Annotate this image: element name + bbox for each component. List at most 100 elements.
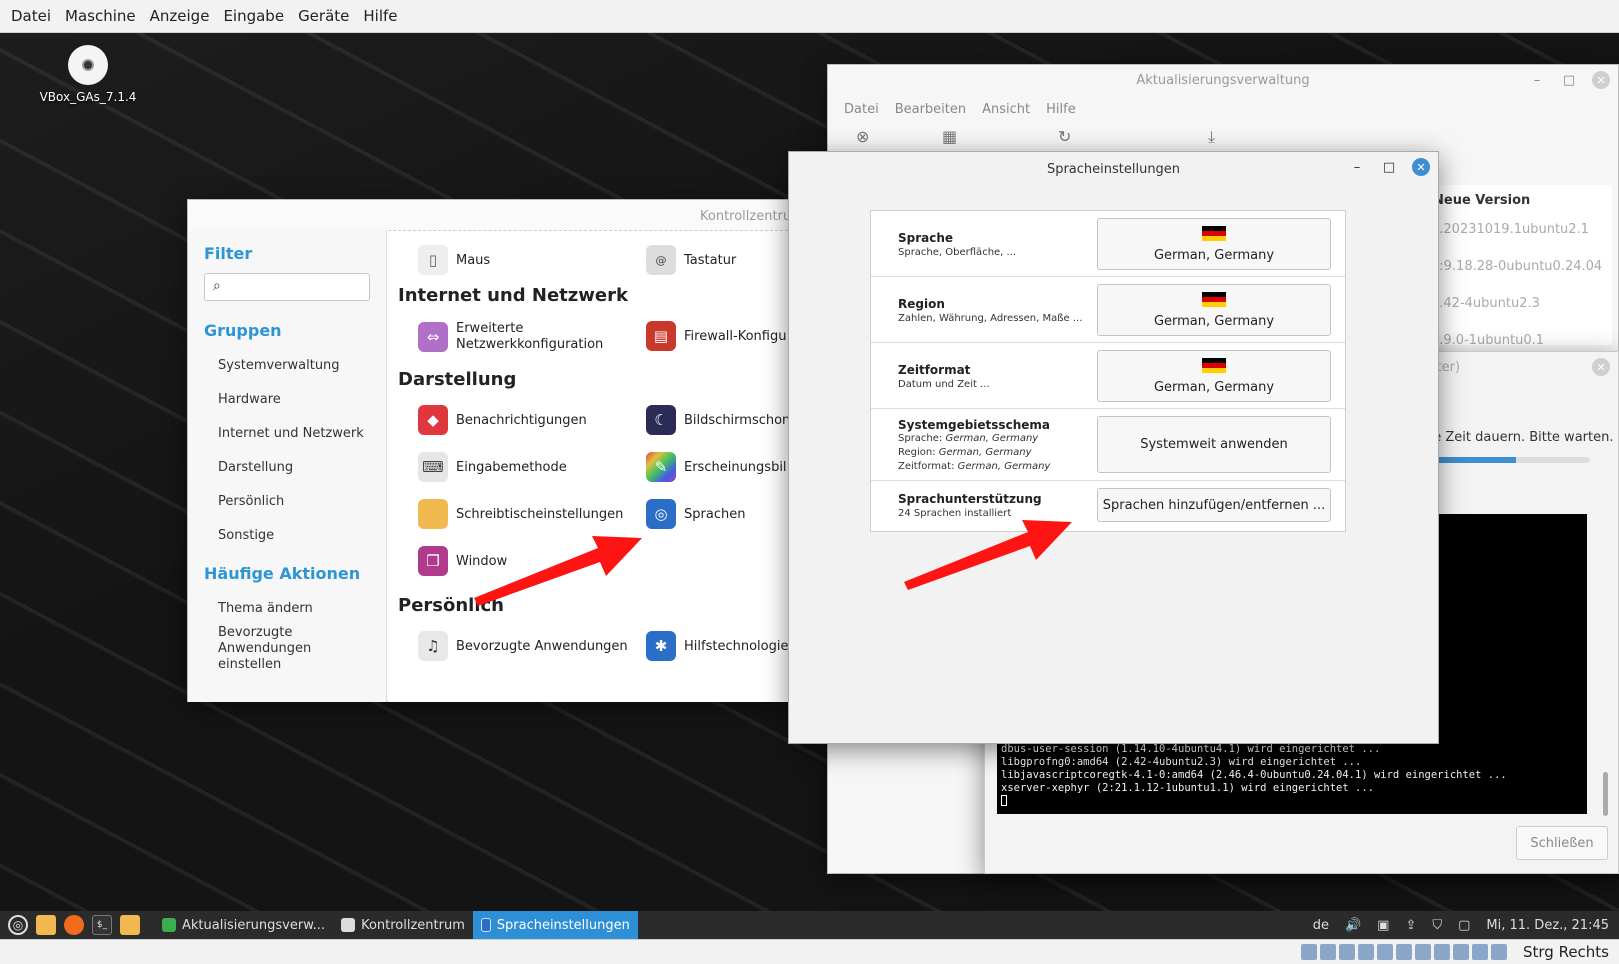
task-update-manager[interactable]: Aktualisierungsverw... xyxy=(154,911,333,939)
vbox-menu-geraete[interactable]: Geräte xyxy=(291,7,356,25)
refresh-icon[interactable]: ↻ xyxy=(1058,127,1071,146)
maximize-icon[interactable]: □ xyxy=(1560,71,1578,89)
shield-icon[interactable]: ⛉ xyxy=(1432,918,1442,933)
close-icon[interactable]: ✕ xyxy=(1592,358,1610,376)
row-title: Region xyxy=(898,297,945,311)
vbox-menu-anzeige[interactable]: Anzeige xyxy=(143,7,217,25)
install-icon[interactable]: ⤓ xyxy=(1208,127,1215,147)
floppy-icon[interactable] xyxy=(1339,944,1355,960)
item-maus[interactable]: ▯ Maus xyxy=(418,245,490,275)
menu-icon[interactable]: ◎ xyxy=(8,915,28,935)
table-row[interactable]: 2.42-4ubuntu2.3 xyxy=(1427,290,1612,327)
close-icon[interactable]: ✕ xyxy=(1592,71,1610,89)
sprache-button[interactable]: German, Germany xyxy=(1097,218,1331,270)
system-tray: de 🔊 ▣ ⇪ ⛉ ▢ Mi, 11. Dez., 21:45 xyxy=(1313,911,1609,939)
shared-folder-icon[interactable] xyxy=(1396,944,1412,960)
mouse-icon: ▯ xyxy=(418,245,448,275)
item-netzwerk[interactable]: ⇔ Erweiterte Netzwerkkonfiguration xyxy=(418,321,604,353)
vbox-menu-eingabe[interactable]: Eingabe xyxy=(216,7,291,25)
item-tastatur[interactable]: @ Tastatur xyxy=(646,245,736,275)
item-label: Eingabemethode xyxy=(456,459,567,475)
disc-icon xyxy=(68,45,108,85)
sidebar-item-darstellung[interactable]: Darstellung xyxy=(218,450,386,484)
network-icon[interactable] xyxy=(1358,944,1374,960)
menu-datei[interactable]: Datei xyxy=(836,102,887,117)
item-erscheinungsbild[interactable]: ✎ Erscheinungsbil xyxy=(646,452,787,482)
clipboard-icon[interactable]: ▣ xyxy=(1377,918,1389,933)
vbox-menu-hilfe[interactable]: Hilfe xyxy=(356,7,404,25)
item-sprachen[interactable]: ◎ Sprachen xyxy=(646,499,745,529)
maximize-icon[interactable]: □ xyxy=(1380,158,1398,176)
item-bildschirmschoner[interactable]: ☾ Bildschirmschon xyxy=(646,405,790,435)
item-bevorzugte-anwendungen[interactable]: ♫ Bevorzugte Anwendungen xyxy=(418,631,628,661)
item-schreibtisch[interactable]: Schreibtischeinstellungen xyxy=(418,499,623,529)
table-row[interactable]: 3.20231019.1ubuntu2.1 xyxy=(1427,216,1612,253)
update-icon[interactable]: ⇪ xyxy=(1405,918,1416,933)
sidebar-item-hardware[interactable]: Hardware xyxy=(218,382,386,416)
desktop-icon-vbox-gas[interactable]: VBox_GAs_7.1.4 xyxy=(34,45,142,104)
minimize-icon[interactable]: – xyxy=(1528,71,1546,89)
item-benachrichtigungen[interactable]: ◆ Benachrichtigungen xyxy=(418,405,587,435)
terminal-icon[interactable]: $_ xyxy=(92,915,112,935)
update-manager-titlebar: Aktualisierungsverwaltung – □ ✕ xyxy=(828,65,1618,95)
windows-icon: ❐ xyxy=(418,546,448,576)
table-row[interactable]: 1:9.18.28-0ubuntu0.24.04 xyxy=(1427,253,1612,290)
sidebar-item-persoenlich[interactable]: Persönlich xyxy=(218,484,386,518)
sprachen-hinzufuegen-button[interactable]: Sprachen hinzufügen/entfernen ... xyxy=(1097,488,1331,522)
show-desktop-icon[interactable] xyxy=(36,915,56,935)
item-window[interactable]: ❐ Window xyxy=(418,546,507,576)
mouse-integration-icon[interactable] xyxy=(1472,944,1488,960)
vbox-menu-datei[interactable]: Datei xyxy=(4,7,58,25)
terminal-cursor xyxy=(1001,795,1007,806)
item-eingabemethode[interactable]: ⌨ Eingabemethode xyxy=(418,452,567,482)
locale-key: Zeitformat: xyxy=(898,461,958,472)
menu-ansicht[interactable]: Ansicht xyxy=(974,102,1038,117)
action-bevorzugte-anwendungen[interactable]: Bevorzugte Anwendungen einstellen xyxy=(218,625,338,673)
firefox-icon[interactable] xyxy=(64,915,84,935)
sidebar-item-systemverwaltung[interactable]: Systemverwaltung xyxy=(218,348,386,382)
systemweit-anwenden-button[interactable]: Systemweit anwenden xyxy=(1097,416,1331,473)
item-label: Tastatur xyxy=(684,252,737,268)
minimize-icon[interactable]: – xyxy=(1348,158,1366,176)
select-all-icon[interactable]: ▦ xyxy=(942,127,957,146)
task-language-settings[interactable]: Spracheinstellungen xyxy=(472,911,638,939)
hdd-icon[interactable] xyxy=(1301,944,1317,960)
zeitformat-button[interactable]: German, Germany xyxy=(1097,350,1331,402)
table-row[interactable]: 0.9.0-1ubuntu0.1 xyxy=(1427,327,1612,345)
item-firewall[interactable]: ▤ Firewall-Konfigu xyxy=(646,321,786,351)
window-list-icon[interactable]: ▢ xyxy=(1458,918,1470,933)
button-label: German, Germany xyxy=(1153,247,1275,263)
column-header-new-version[interactable]: Neue Version xyxy=(1427,185,1612,216)
menu-hilfe[interactable]: Hilfe xyxy=(1038,102,1084,117)
cpu-icon[interactable] xyxy=(1453,944,1469,960)
menu-bearbeiten[interactable]: Bearbeiten xyxy=(887,102,974,117)
search-input[interactable]: ⌕ xyxy=(204,273,370,301)
close-button[interactable]: Schließen xyxy=(1516,826,1608,860)
sidebar-item-internet[interactable]: Internet und Netzwerk xyxy=(218,416,386,450)
clock[interactable]: Mi, 11. Dez., 21:45 xyxy=(1486,918,1609,933)
optical-icon[interactable] xyxy=(1320,944,1336,960)
item-hilfstechnologien[interactable]: ✱ Hilfstechnologie xyxy=(646,631,788,661)
vbox-menu-maschine[interactable]: Maschine xyxy=(58,7,143,25)
recording-icon[interactable] xyxy=(1434,944,1450,960)
usb-icon[interactable] xyxy=(1377,944,1393,960)
terminal-scrollbar[interactable] xyxy=(1603,772,1608,816)
region-button[interactable]: German, Germany xyxy=(1097,284,1331,336)
keyboard-capture-icon[interactable] xyxy=(1491,944,1507,960)
task-control-center[interactable]: Kontrollzentrum xyxy=(333,911,473,939)
taskbar: ◎ $_ Aktualisierungsverw... Kontrollzent… xyxy=(0,911,1619,939)
files-icon[interactable] xyxy=(120,915,140,935)
sidebar-item-sonstige[interactable]: Sonstige xyxy=(218,518,386,552)
vbox-menubar: Datei Maschine Anzeige Eingabe Geräte Hi… xyxy=(0,0,1619,33)
clear-icon[interactable]: ⊗ xyxy=(856,127,869,146)
display-icon[interactable] xyxy=(1415,944,1431,960)
volume-icon[interactable]: 🔊 xyxy=(1345,918,1361,933)
action-thema-aendern[interactable]: Thema ändern xyxy=(218,591,386,625)
close-icon[interactable]: ✕ xyxy=(1412,158,1430,176)
keyboard-layout[interactable]: de xyxy=(1313,918,1329,933)
terminal-line: libgprofng0:amd64 (2.42-4ubuntu2.3) wird… xyxy=(1001,756,1362,768)
folder-icon xyxy=(418,499,448,529)
control-center-icon xyxy=(341,918,356,932)
item-label: Erweiterte Netzwerkkonfiguration xyxy=(456,321,604,352)
section-persoenlich: Persönlich xyxy=(398,595,504,616)
